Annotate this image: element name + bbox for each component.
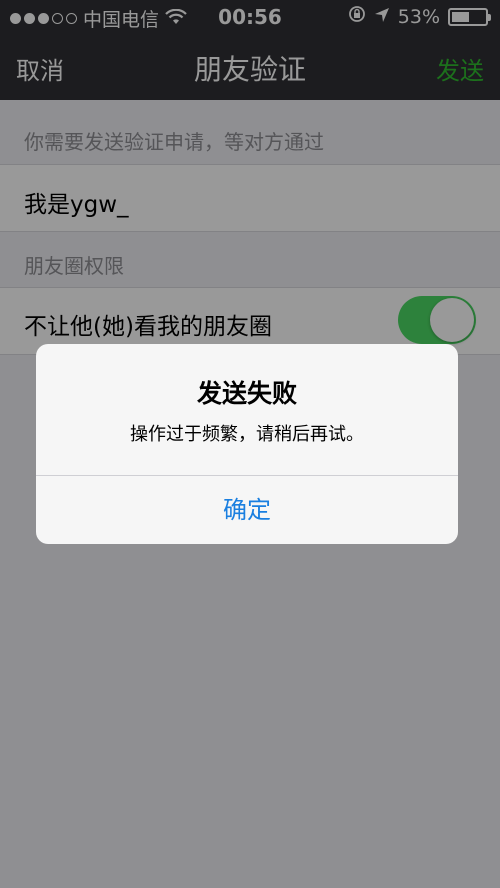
screen: 中国电信 00:56 53% 取消 朋友验证 发送 你需要发送验证申请，等对方通… (0, 0, 500, 888)
alert-title: 发送失败 (196, 379, 297, 408)
alert-message: 操作过于频繁，请稍后再试。 (130, 424, 364, 445)
confirm-button[interactable]: 确定 (36, 476, 458, 544)
alert-dialog: 发送失败 操作过于频繁，请稍后再试。 确定 (36, 344, 458, 544)
